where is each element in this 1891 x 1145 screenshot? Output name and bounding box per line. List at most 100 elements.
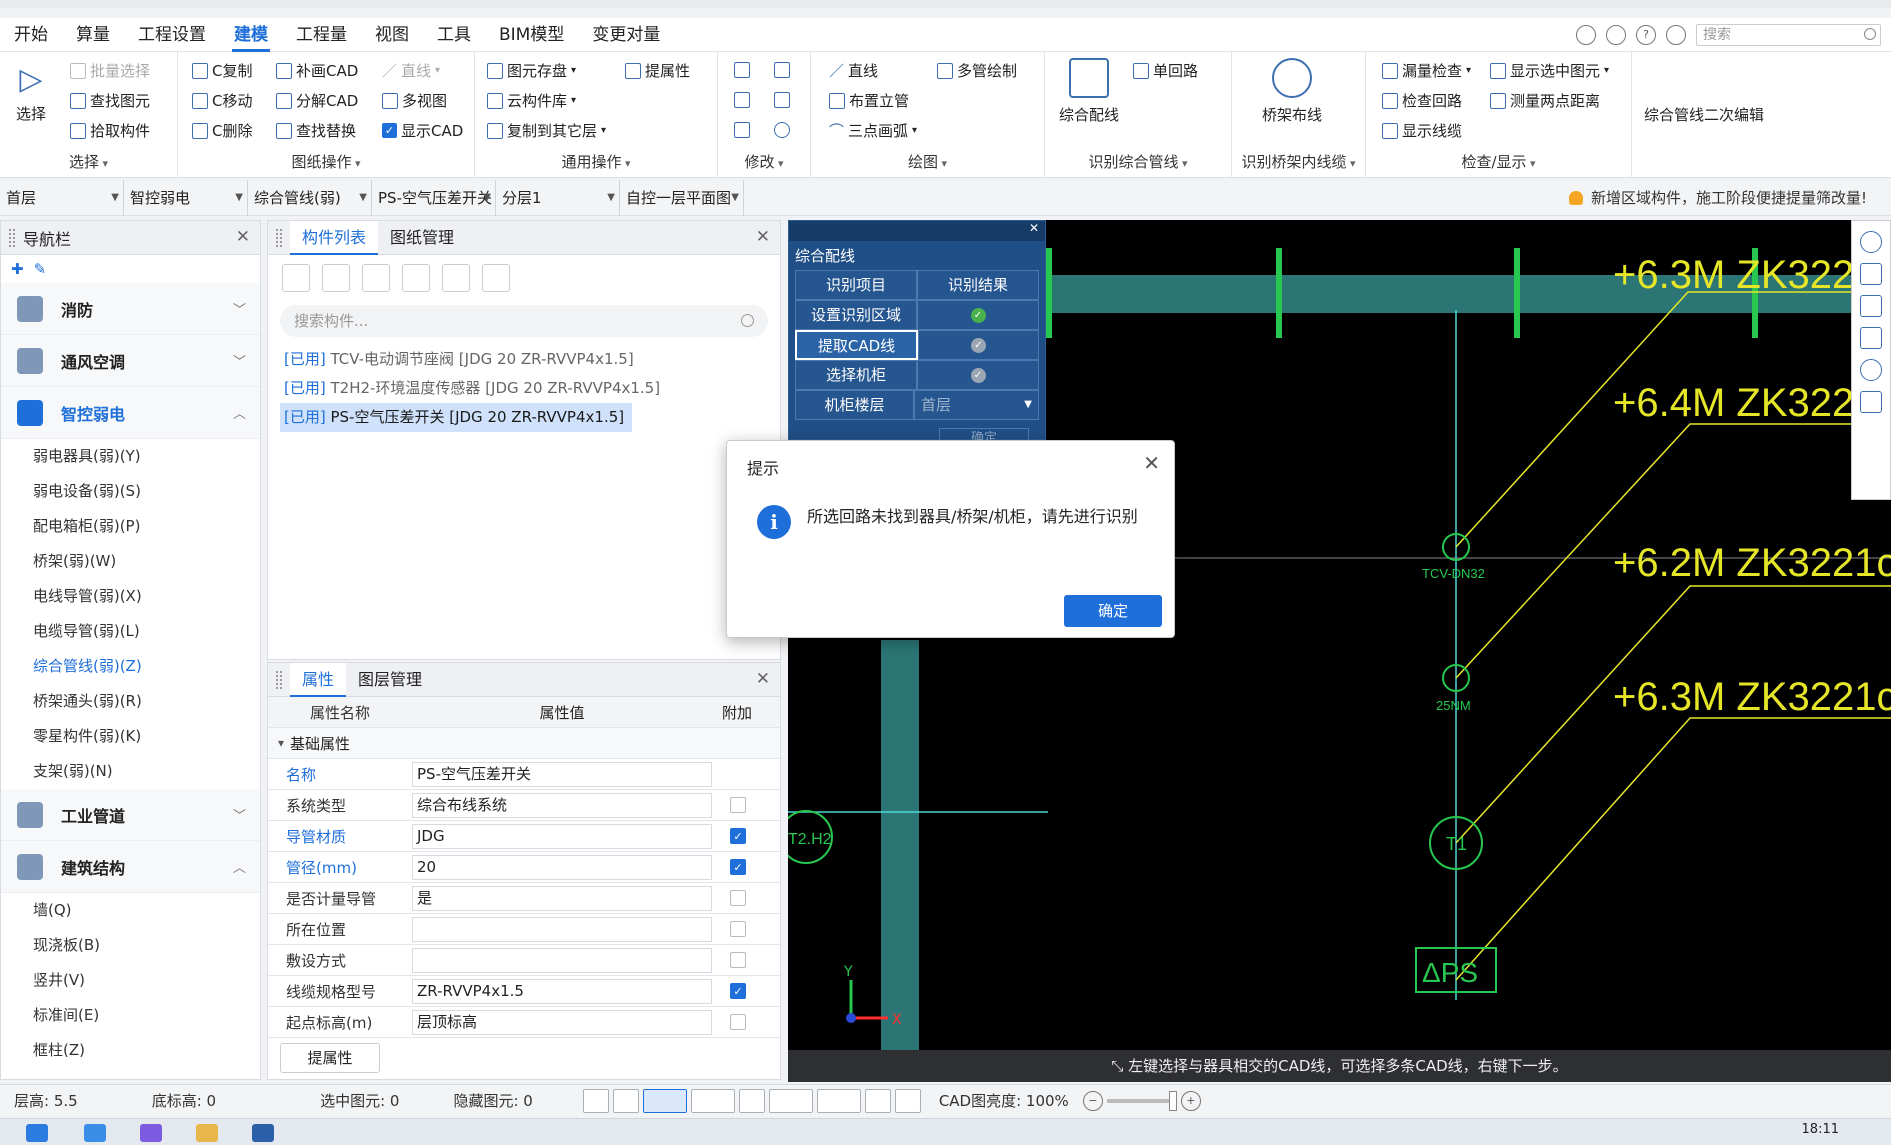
combined-wiring-button[interactable]: 综合配线 [1059, 58, 1119, 125]
property-extra-checkbox[interactable] [730, 1014, 746, 1030]
drawing-select[interactable]: 自控一层平面图 ▼ [620, 179, 744, 216]
component-item[interactable]: [已用] TCV-电动调节座阀 [JDG 20 ZR-RVVP4x1.5] [280, 345, 768, 374]
c-delete-button[interactable]: C删除 [192, 120, 252, 141]
group-drawing-ops-label[interactable]: 图纸操作 [178, 151, 474, 172]
3d-view-icon[interactable] [1860, 263, 1882, 285]
wizard-step-label[interactable]: 设置识别区域 [795, 300, 917, 330]
menu-tools[interactable]: 工具 [423, 18, 485, 52]
property-extra-checkbox[interactable]: ✓ [730, 983, 746, 999]
select-button[interactable]: ▷ 选择 [16, 62, 46, 124]
select-mode-icon[interactable] [642, 1088, 687, 1113]
property-value-field[interactable]: JDG [412, 823, 712, 849]
taskbar-app-icon[interactable] [252, 1124, 274, 1142]
arc-snap-icon[interactable] [894, 1088, 921, 1113]
component-select[interactable]: PS-空气压差开关 ▼ [372, 179, 496, 216]
dialog-ok-button[interactable]: 确定 [1064, 595, 1162, 627]
nav-subitem[interactable]: 桥架(弱)(W) [1, 544, 260, 579]
measure-distance-button[interactable]: 测量两点距离 [1490, 90, 1600, 111]
export-icon[interactable] [482, 264, 510, 292]
wizard-row[interactable]: 选择机柜 ✓ [795, 360, 1039, 390]
nav-subitem[interactable]: 零星构件(弱)(K) [1, 719, 260, 754]
three-point-arc-button[interactable]: ⌒ 三点画弧 ▾ [829, 120, 917, 141]
save-element-button[interactable]: 图元存盘 ▾ [487, 60, 576, 81]
taskbar-app-icon[interactable] [84, 1124, 106, 1142]
component-item-selected[interactable]: [已用] PS-空气压差开关 [JDG 20 ZR-RVVP4x1.5] [280, 403, 633, 432]
multi-pipe-draw-button[interactable]: 多管绘制 [937, 60, 1017, 81]
property-extra-checkbox[interactable]: ✓ [730, 859, 746, 875]
property-extra-checkbox[interactable]: ✓ [730, 828, 746, 844]
property-extra-checkbox[interactable] [730, 797, 746, 813]
property-extra-checkbox[interactable] [730, 921, 746, 937]
cube-mode-icon[interactable] [690, 1088, 735, 1113]
floor-dropdown[interactable]: 首层 ▼ [914, 390, 1039, 420]
menu-change-compare[interactable]: 变更对量 [578, 18, 674, 52]
zoom-out-icon[interactable]: − [1082, 1090, 1103, 1111]
layer-select[interactable]: 分层1 ▼ [496, 179, 620, 216]
menu-start[interactable]: 开始 [0, 18, 62, 52]
nav-cat-fire[interactable]: 消防 ﹀ [1, 283, 260, 335]
nav-cat-industrial-pipe[interactable]: 工业管道 ﹀ [1, 789, 260, 841]
extract-properties-bottom-button[interactable]: 提属性 [280, 1043, 380, 1073]
show-selected-button[interactable]: 显示选中图元 ▾ [1490, 60, 1609, 81]
component-search-input[interactable]: 搜索构件... [280, 305, 768, 337]
wizard-row[interactable]: 设置识别区域 ✓ [795, 300, 1039, 330]
pick-component-button[interactable]: 拾取构件 [70, 120, 150, 141]
edit-icon[interactable]: ✎ [34, 260, 47, 278]
show-cad-checkbox[interactable]: ✓ 显示CAD [382, 120, 463, 141]
trash-icon[interactable] [734, 122, 750, 138]
nav-cat-weak-current[interactable]: 智控弱电 ︿ [1, 387, 260, 439]
nav-subitem[interactable]: 墙(Q) [1, 893, 260, 928]
component-item[interactable]: [已用] T2H2-环境温度传感器 [JDG 20 ZR-RVVP4x1.5] [280, 374, 768, 403]
help-icon[interactable]: ? [1636, 25, 1656, 45]
headset-icon[interactable] [1606, 25, 1626, 45]
new-component-icon[interactable] [282, 264, 310, 292]
multi-view-button[interactable]: 多视图 [382, 90, 447, 111]
tray-wiring-button[interactable]: 桥架布线 [1262, 58, 1322, 125]
group-check-label[interactable]: 检查/显示 [1366, 151, 1631, 172]
rotate-icon[interactable] [774, 122, 790, 138]
find-replace-button[interactable]: 查找替换 [276, 120, 356, 141]
list-view-icon[interactable] [1860, 391, 1882, 413]
group-select-label[interactable]: 选择 [0, 151, 177, 172]
zoom-in-icon[interactable]: + [1180, 1090, 1201, 1111]
find-element-button[interactable]: 查找图元 [70, 90, 150, 111]
shirt-icon[interactable] [1666, 25, 1686, 45]
property-value-field[interactable]: 是 [412, 885, 712, 911]
nav-subitem[interactable]: 竖井(V) [1, 963, 260, 998]
missing-check-button[interactable]: 漏量检查 ▾ [1382, 60, 1471, 81]
nav-subitem[interactable]: 弱电设备(弱)(S) [1, 474, 260, 509]
duplicate-icon[interactable] [734, 62, 750, 78]
close-icon[interactable]: ✕ [756, 669, 770, 689]
slider-handle[interactable] [1168, 1090, 1177, 1111]
mirror-icon[interactable] [774, 92, 790, 108]
close-icon[interactable]: ✕ [236, 227, 250, 247]
check-loop-button[interactable]: 检查回路 [1382, 90, 1462, 111]
c-move-button[interactable]: C移动 [192, 90, 252, 111]
nav-subitem[interactable]: 电线导管(弱)(X) [1, 579, 260, 614]
nav-cat-structure[interactable]: 建筑结构 ︿ [1, 841, 260, 893]
group-modify-label[interactable]: 修改 [718, 151, 810, 172]
ortho-icon[interactable] [612, 1088, 639, 1113]
floor-select[interactable]: 首层 ▼ [0, 179, 124, 216]
add-icon[interactable]: ✚ [11, 260, 24, 278]
top-search-input[interactable]: 搜索 [1696, 24, 1881, 46]
nav-subitem[interactable]: 支架(弱)(N) [1, 754, 260, 789]
delete-component-icon[interactable] [322, 264, 350, 292]
add-cad-button[interactable]: 补画CAD [276, 60, 358, 81]
property-value-field[interactable]: 20 [412, 854, 712, 880]
cross-icon[interactable] [738, 1088, 765, 1113]
property-value-field[interactable] [412, 947, 712, 973]
nav-subitem[interactable]: 桥架通头(弱)(R) [1, 684, 260, 719]
close-icon[interactable]: ✕ [1029, 221, 1045, 235]
property-value-field[interactable]: 层顶标高 [412, 1009, 712, 1035]
copy-to-floor-button[interactable]: 复制到其它层 ▾ [487, 120, 606, 141]
screenshot-icon[interactable] [864, 1088, 891, 1113]
nav-subitem[interactable]: 配电箱柜(弱)(P) [1, 509, 260, 544]
section-basic[interactable]: ▾ 基础属性 [268, 728, 780, 759]
elevation-icon[interactable] [816, 1088, 861, 1113]
cad-canvas[interactable]: +6.3M ZK322 +6.4M ZK322 +6.2M ZK3221c +6… [788, 220, 1891, 1082]
tab-component-list[interactable]: 构件列表 [290, 220, 379, 255]
c-copy-button[interactable]: C复制 [192, 60, 252, 81]
nav-subitem[interactable]: 弱电器具(弱)(Y) [1, 439, 260, 474]
move-arrows-icon[interactable] [734, 92, 750, 108]
